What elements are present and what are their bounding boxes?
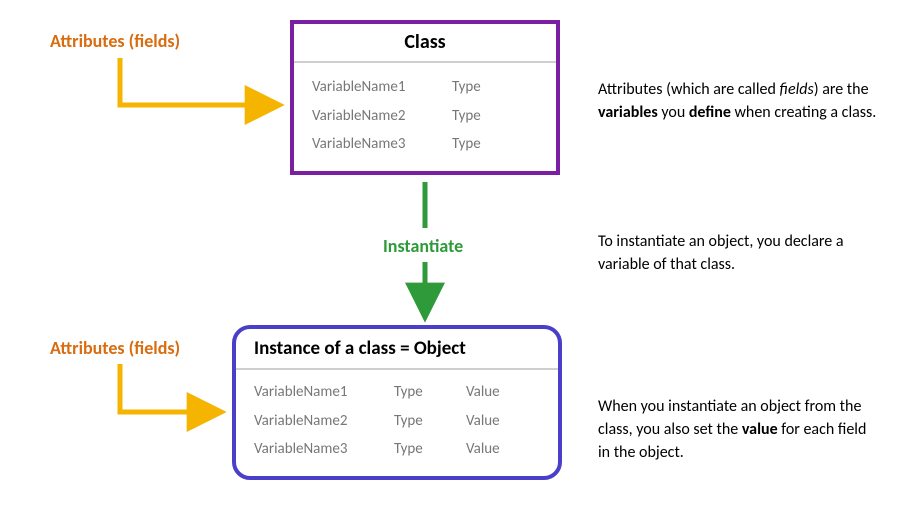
class-box-title: Class <box>294 24 556 63</box>
arrow-attributes-bottom-icon <box>120 364 220 412</box>
instance-field-row: VariableName3 Type Value <box>254 435 540 464</box>
class-field-row: VariableName3 Type <box>312 130 538 159</box>
instance-field-name: VariableName3 <box>254 435 372 464</box>
attributes-label-top-fields: (fields) <box>129 30 181 52</box>
note-attributes-bold2: define <box>689 103 731 122</box>
note-value: When you instantiate an object from the … <box>598 395 878 465</box>
attributes-label-top: Attributes (fields) <box>50 30 180 52</box>
instance-field-row: VariableName2 Type Value <box>254 407 540 436</box>
instance-box-body: VariableName1 Type Value VariableName2 T… <box>236 370 558 476</box>
instance-field-value: Value <box>466 435 516 464</box>
instantiate-label: Instantiate <box>383 235 463 257</box>
instance-field-type: Type <box>394 407 444 436</box>
note-attributes-bold1: variables <box>598 103 658 122</box>
attributes-label-bottom: Attributes (fields) <box>50 337 180 359</box>
class-field-row: VariableName2 Type <box>312 102 538 131</box>
class-field-type: Type <box>452 130 502 159</box>
instance-box: Instance of a class = Object VariableNam… <box>232 325 562 480</box>
instance-field-value: Value <box>466 407 516 436</box>
note-attributes-text-post: when creating a class. <box>731 103 876 122</box>
class-box-body: VariableName1 Type VariableName2 Type Va… <box>294 63 556 171</box>
attributes-label-top-prefix: Attributes <box>50 30 129 52</box>
note-attributes-text-pre: Attributes (which are called <box>598 80 779 99</box>
instance-field-row: VariableName1 Type Value <box>254 378 540 407</box>
arrow-attributes-top-icon <box>120 58 278 105</box>
instance-field-type: Type <box>394 378 444 407</box>
class-field-type: Type <box>452 73 502 102</box>
note-attributes-text-mid2: you <box>658 103 689 122</box>
instance-field-name: VariableName2 <box>254 407 372 436</box>
class-field-type: Type <box>452 102 502 131</box>
note-attributes: Attributes (which are called fields) are… <box>598 78 878 124</box>
attributes-label-bottom-prefix: Attributes <box>50 337 129 359</box>
instance-field-name: VariableName1 <box>254 378 372 407</box>
class-field-name: VariableName1 <box>312 73 430 102</box>
instance-box-title: Instance of a class = Object <box>236 329 558 370</box>
class-field-row: VariableName1 Type <box>312 73 538 102</box>
instance-field-type: Type <box>394 435 444 464</box>
attributes-label-bottom-fields: (fields) <box>129 337 181 359</box>
class-field-name: VariableName2 <box>312 102 430 131</box>
instance-field-value: Value <box>466 378 516 407</box>
class-box: Class VariableName1 Type VariableName2 T… <box>290 20 560 175</box>
note-attributes-italic: fields <box>779 80 813 99</box>
note-instantiate: To instantiate an object, you declare a … <box>598 230 878 276</box>
note-attributes-text-mid: ) are the <box>814 80 869 99</box>
note-value-bold: value <box>742 420 778 439</box>
class-field-name: VariableName3 <box>312 130 430 159</box>
